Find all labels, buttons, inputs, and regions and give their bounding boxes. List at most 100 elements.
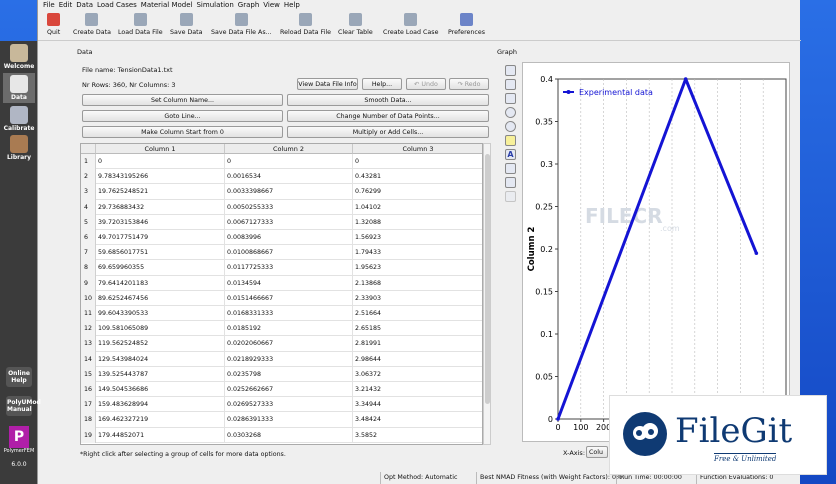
make-column-start-button[interactable]: Make Column Start from 0 bbox=[82, 126, 283, 138]
table-cell[interactable]: 0 bbox=[225, 154, 353, 170]
export-icon[interactable] bbox=[505, 163, 516, 174]
zoom-icon[interactable] bbox=[505, 107, 516, 118]
table-cell[interactable]: 0.0185192 bbox=[225, 321, 353, 337]
sidebar-item-online-help[interactable]: Online Help bbox=[3, 367, 35, 387]
table-cell[interactable]: 139.525443787 bbox=[96, 366, 225, 382]
table-row[interactable]: 13 119.562524852 0.0202060667 2.81991 bbox=[81, 336, 482, 352]
table-row[interactable]: 17 159.483628994 0.0269527333 3.34944 bbox=[81, 397, 482, 413]
table-row[interactable]: 11 99.6043390533 0.0168331333 2.51664 bbox=[81, 306, 482, 322]
data-table[interactable]: Column 1 Column 2 Column 3 1 0 0 0 2 9.783431… bbox=[80, 143, 483, 445]
table-cell[interactable]: 0.0083996 bbox=[225, 230, 353, 246]
table-row[interactable]: 8 69.659960355 0.0117725333 1.95623 bbox=[81, 260, 482, 276]
table-row[interactable]: 15 139.525443787 0.0235798 3.06372 bbox=[81, 366, 482, 382]
zoom-plus-icon[interactable] bbox=[505, 121, 516, 132]
view-data-file-info-button[interactable]: View Data File Info bbox=[297, 78, 358, 90]
table-cell[interactable]: 1.32088 bbox=[353, 215, 482, 230]
table-cell[interactable]: 0.0303268 bbox=[225, 427, 353, 443]
table-row[interactable]: 18 169.462327219 0.0286391333 3.48424 bbox=[81, 412, 482, 428]
sidebar-item-library[interactable]: Library bbox=[3, 135, 35, 161]
table-cell[interactable]: 2.13868 bbox=[353, 276, 482, 291]
table-cell[interactable]: 149.504536686 bbox=[96, 382, 225, 398]
preferences-button[interactable]: Preferences bbox=[448, 13, 485, 36]
table-row[interactable]: 19 179.44852071 0.0303268 3.5852 bbox=[81, 427, 482, 443]
table-cell[interactable]: 119.562524852 bbox=[96, 336, 225, 352]
column-header[interactable]: Column 2 bbox=[225, 144, 353, 154]
table-cell[interactable]: 2.98644 bbox=[353, 352, 482, 367]
table-row[interactable]: 4 29.736883432 0.0050255333 1.04102 bbox=[81, 199, 482, 215]
table-cell[interactable]: 0.0202060667 bbox=[225, 336, 353, 352]
table-row[interactable]: 16 149.504536686 0.0252662667 3.21432 bbox=[81, 382, 482, 398]
table-cell[interactable]: 19.7625248521 bbox=[96, 184, 225, 200]
table-row[interactable]: 6 49.7017751479 0.0083996 1.56923 bbox=[81, 230, 482, 246]
redo-button[interactable]: ↷ Redo bbox=[449, 78, 489, 90]
table-cell[interactable]: 0.0033398667 bbox=[225, 184, 353, 200]
smooth-data-button[interactable]: Smooth Data... bbox=[287, 94, 489, 106]
table-row[interactable]: 5 39.7203153846 0.0067127333 1.32088 bbox=[81, 214, 482, 230]
sidebar-item-manual[interactable]: PolyUMod Manual bbox=[3, 396, 41, 416]
table-cell[interactable]: 2.81991 bbox=[353, 336, 482, 351]
menu-graph[interactable]: Graph bbox=[238, 0, 263, 11]
table-cell[interactable]: 49.7017751479 bbox=[96, 230, 225, 246]
table-cell[interactable]: 3.34944 bbox=[353, 397, 482, 412]
table-row[interactable]: 9 79.6414201183 0.0134594 2.13868 bbox=[81, 275, 482, 291]
load-data-file-button[interactable]: Load Data File bbox=[118, 13, 163, 36]
scrollbar-thumb[interactable] bbox=[485, 154, 490, 404]
table-cell[interactable]: 0 bbox=[353, 154, 482, 169]
multiply-add-cells-button[interactable]: Multiply or Add Cells... bbox=[287, 126, 489, 138]
save-data-button[interactable]: Save Data bbox=[170, 13, 203, 36]
table-cell[interactable]: 69.659960355 bbox=[96, 260, 225, 276]
table-cell[interactable]: 129.543984024 bbox=[96, 351, 225, 367]
table-cell[interactable]: 0.43281 bbox=[353, 169, 482, 184]
table-cell[interactable]: 2.33903 bbox=[353, 291, 482, 306]
change-number-of-points-button[interactable]: Change Number of Data Points... bbox=[287, 110, 489, 122]
sidebar-item-data[interactable]: Data bbox=[3, 73, 35, 103]
table-cell[interactable]: 159.483628994 bbox=[96, 397, 225, 413]
table-cell[interactable]: 29.736883432 bbox=[96, 199, 225, 215]
table-cell[interactable]: 3.5852 bbox=[353, 428, 482, 443]
table-cell[interactable]: 0.0252662667 bbox=[225, 382, 353, 398]
menu-help[interactable]: Help bbox=[284, 0, 304, 11]
table-scrollbar[interactable] bbox=[483, 143, 491, 445]
table-cell[interactable]: 89.6252467456 bbox=[96, 290, 225, 306]
table-cell[interactable]: 79.6414201183 bbox=[96, 275, 225, 291]
color-icon[interactable] bbox=[505, 135, 516, 146]
table-row[interactable]: 7 59.6856017751 0.0100868667 1.79433 bbox=[81, 245, 482, 261]
table-row[interactable]: 3 19.7625248521 0.0033398667 0.76299 bbox=[81, 184, 482, 200]
create-data-button[interactable]: Create Data bbox=[73, 13, 111, 36]
table-cell[interactable]: 3.21432 bbox=[353, 382, 482, 397]
table-cell[interactable]: 0.0269527333 bbox=[225, 397, 353, 413]
table-cell[interactable]: 0.0235798 bbox=[225, 366, 353, 382]
create-load-case-button[interactable]: Create Load Case bbox=[383, 13, 438, 36]
column-header[interactable]: Column 1 bbox=[96, 144, 225, 154]
sidebar-item-polymerfem[interactable]: P PolymerFEM bbox=[3, 426, 35, 454]
goto-line-button[interactable]: Goto Line... bbox=[82, 110, 283, 122]
table-row[interactable]: 12 109.581065089 0.0185192 2.65185 bbox=[81, 321, 482, 337]
save-data-as-button[interactable]: Save Data File As... bbox=[211, 13, 272, 36]
set-column-name-button[interactable]: Set Column Name... bbox=[82, 94, 283, 106]
menu-simulation[interactable]: Simulation bbox=[196, 0, 237, 11]
copy-icon[interactable] bbox=[505, 191, 516, 202]
table-cell[interactable]: 1.95623 bbox=[353, 260, 482, 275]
table-cell[interactable]: 3.48424 bbox=[353, 412, 482, 427]
zoom-fit-icon[interactable] bbox=[505, 93, 516, 104]
x-axis-select[interactable]: Colu bbox=[586, 446, 608, 458]
table-cell[interactable]: 0.0117725333 bbox=[225, 260, 353, 276]
undo-button[interactable]: ↶ Undo bbox=[406, 78, 446, 90]
table-cell[interactable]: 179.44852071 bbox=[96, 427, 225, 443]
table-row[interactable]: 14 129.543984024 0.0218929333 2.98644 bbox=[81, 351, 482, 367]
column-header[interactable]: Column 3 bbox=[353, 144, 482, 154]
table-cell[interactable]: 0.0151466667 bbox=[225, 290, 353, 306]
menu-data[interactable]: Data bbox=[76, 0, 97, 11]
table-cell[interactable]: 0.0016534 bbox=[225, 169, 353, 185]
clear-table-button[interactable]: Clear Table bbox=[338, 13, 373, 36]
table-cell[interactable]: 0.0218929333 bbox=[225, 351, 353, 367]
sidebar-item-calibrate[interactable]: Calibrate bbox=[3, 106, 35, 132]
table-cell[interactable]: 39.7203153846 bbox=[96, 214, 225, 230]
text-icon[interactable]: A bbox=[505, 149, 516, 160]
table-row[interactable]: 10 89.6252467456 0.0151466667 2.33903 bbox=[81, 290, 482, 306]
table-cell[interactable]: 0.0100868667 bbox=[225, 245, 353, 261]
table-cell[interactable]: 0.76299 bbox=[353, 184, 482, 199]
table-cell[interactable]: 0.0134594 bbox=[225, 275, 353, 291]
table-cell[interactable]: 2.65185 bbox=[353, 321, 482, 336]
reload-data-file-button[interactable]: Reload Data File bbox=[280, 13, 331, 36]
